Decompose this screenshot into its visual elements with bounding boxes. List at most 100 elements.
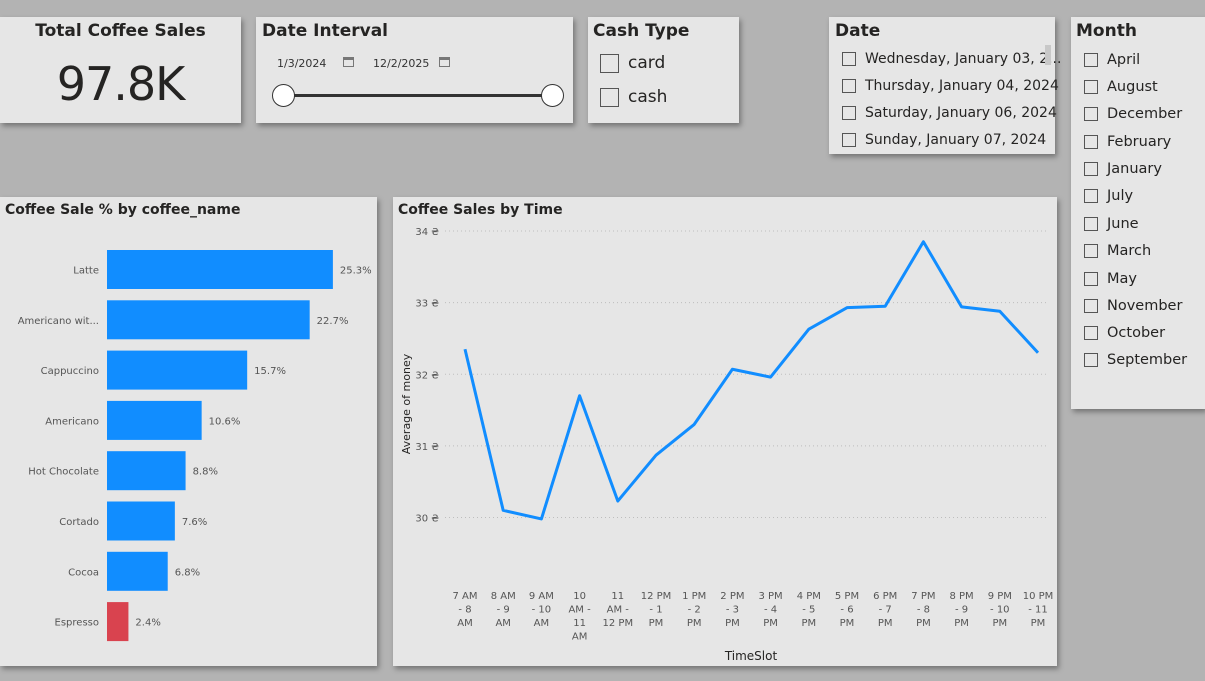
date-item-label: Saturday, January 06, 2024 xyxy=(865,105,1057,121)
x-tick-label: 5 PM - 6 PM xyxy=(835,591,859,629)
date-slicer: Date Wednesday, January 03, 2... Thursda… xyxy=(829,17,1061,154)
month-item[interactable]: November xyxy=(1084,298,1182,314)
checkbox[interactable] xyxy=(1084,189,1098,203)
bar-data-label: 10.6% xyxy=(209,416,241,427)
checkbox[interactable] xyxy=(1084,135,1098,149)
x-tick-label: 9 PM - 10 PM xyxy=(988,591,1012,629)
month-item[interactable]: April xyxy=(1084,52,1140,68)
month-item-label: January xyxy=(1107,161,1162,177)
checkbox[interactable] xyxy=(600,53,619,73)
cash-type-option-cash[interactable]: cash xyxy=(600,87,667,107)
start-date-input[interactable]: 1/3/2024 xyxy=(277,57,326,70)
month-item[interactable]: July xyxy=(1084,188,1133,204)
bar[interactable] xyxy=(107,400,202,440)
bar-category-label: Americano wit... xyxy=(18,316,99,327)
x-tick-label: 2 PM - 3 PM xyxy=(720,591,744,629)
month-item-label: October xyxy=(1107,325,1166,341)
total-sales-value: 97.8K xyxy=(56,57,186,111)
bar[interactable] xyxy=(107,300,310,340)
bar[interactable] xyxy=(107,551,168,591)
date-interval-slicer: Date Interval 1/3/2024 12/2/2025 xyxy=(256,17,573,123)
bar-data-label: 15.7% xyxy=(254,366,286,377)
month-item-label: November xyxy=(1107,298,1183,314)
checkbox[interactable] xyxy=(1084,244,1098,258)
month-item-label: December xyxy=(1107,106,1183,122)
coffee-share-bar-chart: Latte 25.3% Americano wit... 22.7% Cappuccin… xyxy=(0,197,377,666)
cash-type-option-card[interactable]: card xyxy=(600,53,665,73)
checkbox[interactable] xyxy=(1084,217,1098,231)
month-item[interactable]: June xyxy=(1084,216,1139,232)
date-item[interactable]: Sunday, January 07, 2024 xyxy=(842,132,1046,148)
checkbox[interactable] xyxy=(1084,272,1098,286)
date-range-end-handle[interactable] xyxy=(541,84,564,107)
month-item-label: July xyxy=(1107,188,1134,204)
bar[interactable] xyxy=(107,350,248,390)
series-line[interactable] xyxy=(463,240,1040,521)
sales-by-time-line-chart: 30 ₴ 31 ₴ 32 ₴ 33 ₴ 34 ₴ 7 AM - 8 AM 8 AM - 9 AM 9 … xyxy=(393,197,1057,666)
date-item-label: Wednesday, January 03, 2... xyxy=(865,51,1062,67)
month-item-label: August xyxy=(1107,79,1158,95)
x-tick-label: 1 PM - 2 PM xyxy=(682,591,706,629)
bar-category-label: Cortado xyxy=(59,517,99,528)
date-item[interactable]: Wednesday, January 03, 2... xyxy=(842,51,1061,67)
bar[interactable] xyxy=(107,250,333,289)
bar[interactable] xyxy=(107,501,175,541)
bar-data-label: 6.8% xyxy=(175,567,200,578)
month-item-label: March xyxy=(1107,243,1152,259)
x-tick-label: 11 AM -12 PM xyxy=(603,591,634,629)
checkbox[interactable] xyxy=(1084,80,1098,94)
x-tick-label: 7 AM - 8 AM xyxy=(452,591,477,629)
checkbox[interactable] xyxy=(1084,162,1098,176)
date-slicer-title: Date xyxy=(835,21,881,41)
bar-data-label: 25.3% xyxy=(340,266,372,277)
date-item[interactable]: Thursday, January 04, 2024 xyxy=(842,78,1059,94)
bar-data-label: 7.6% xyxy=(182,517,207,528)
month-item[interactable]: September xyxy=(1084,352,1187,368)
checkbox[interactable] xyxy=(842,52,856,66)
x-tick-label: 9 AM - 10 AM xyxy=(529,591,554,629)
month-item[interactable]: December xyxy=(1084,106,1182,122)
month-item[interactable]: January xyxy=(1084,161,1162,177)
calendar-icon[interactable] xyxy=(343,57,354,67)
cash-type-title: Cash Type xyxy=(593,21,690,41)
bar-category-label: Latte xyxy=(73,266,99,277)
month-item[interactable]: March xyxy=(1084,243,1151,259)
checkbox[interactable] xyxy=(1084,53,1098,67)
bar-category-label: Americano xyxy=(45,416,99,427)
month-item[interactable]: February xyxy=(1084,134,1171,150)
checkbox[interactable] xyxy=(1084,353,1098,367)
date-range-start-handle[interactable] xyxy=(272,84,295,107)
checkbox[interactable] xyxy=(842,133,856,147)
total-sales-title: Total Coffee Sales xyxy=(35,21,206,41)
month-item[interactable]: August xyxy=(1084,79,1158,95)
y-tick-label: 34 ₴ xyxy=(415,227,439,238)
month-item-label: February xyxy=(1107,134,1172,150)
date-item[interactable]: Saturday, January 06, 2024 xyxy=(842,105,1057,121)
checkbox[interactable] xyxy=(1084,299,1098,313)
option-label: cash xyxy=(628,87,668,107)
calendar-icon[interactable] xyxy=(439,57,450,67)
date-list-scrollbar[interactable] xyxy=(1045,45,1051,65)
checkbox[interactable] xyxy=(842,79,856,93)
month-slicer-title: Month xyxy=(1076,21,1137,41)
y-tick-label: 30 ₴ xyxy=(415,514,439,525)
bar-category-label: Cappuccino xyxy=(41,366,99,377)
month-item[interactable]: May xyxy=(1084,271,1137,287)
month-item-label: June xyxy=(1107,216,1139,232)
end-date-input[interactable]: 12/2/2025 xyxy=(373,57,429,70)
month-item[interactable]: October xyxy=(1084,325,1165,341)
date-range-track[interactable] xyxy=(284,94,552,97)
checkbox[interactable] xyxy=(600,87,619,107)
checkbox[interactable] xyxy=(1084,326,1098,340)
x-tick-label: 8 PM - 9 PM xyxy=(949,591,973,629)
y-tick-label: 33 ₴ xyxy=(415,299,439,310)
month-item-label: September xyxy=(1107,352,1188,368)
bar-data-label: 22.7% xyxy=(317,316,349,327)
month-item-label: May xyxy=(1107,271,1137,287)
checkbox[interactable] xyxy=(1084,107,1098,121)
bar[interactable] xyxy=(107,602,129,642)
bar[interactable] xyxy=(107,451,186,491)
bar-chart-title: Coffee Sale % by coffee_name xyxy=(5,202,241,218)
checkbox[interactable] xyxy=(842,106,856,120)
date-item-label: Thursday, January 04, 2024 xyxy=(865,78,1059,94)
